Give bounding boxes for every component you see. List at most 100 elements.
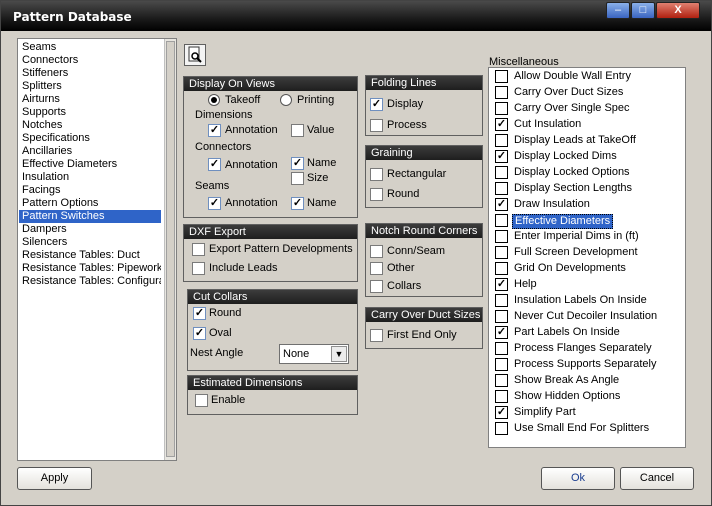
folding-display-label: Display — [387, 98, 424, 110]
list-item[interactable]: Ancillaries — [19, 145, 161, 158]
misc-label: Cut Insulation — [514, 118, 582, 130]
dim-value-checkbox[interactable] — [291, 124, 304, 137]
list-item[interactable]: Seams — [19, 41, 161, 54]
misc-checkbox[interactable]: ✓ — [495, 326, 508, 339]
list-item[interactable]: Silencers — [19, 236, 161, 249]
list-item[interactable]: Specifications — [19, 132, 161, 145]
conn-size-checkbox[interactable] — [291, 172, 304, 185]
misc-checkbox[interactable] — [495, 246, 508, 259]
list-item[interactable]: Splitters — [19, 80, 161, 93]
graining-rect-checkbox[interactable] — [370, 168, 383, 181]
list-scrollbar[interactable] — [164, 39, 176, 460]
conn-annotation-checkbox[interactable] — [208, 158, 221, 171]
conn-seam-label: Conn/Seam — [387, 245, 446, 257]
misc-checkbox[interactable] — [495, 310, 508, 323]
nest-angle-select[interactable]: None ▼ — [279, 344, 349, 364]
misc-checkbox[interactable]: ✓ — [495, 118, 508, 131]
misc-checkbox[interactable] — [495, 342, 508, 355]
folding-display-checkbox[interactable] — [370, 98, 383, 111]
conn-seam-checkbox[interactable] — [370, 245, 383, 258]
list-item[interactable]: Insulation — [19, 171, 161, 184]
miscellaneous-list[interactable]: Allow Double Wall Entry Carry Over Duct S… — [488, 67, 686, 448]
misc-label: Carry Over Single Spec — [514, 102, 630, 114]
misc-checkbox[interactable]: ✓ — [495, 278, 508, 291]
category-list[interactable]: Seams Connectors Stiffeners Splitters Airtur… — [17, 38, 177, 461]
printing-radio[interactable] — [280, 94, 292, 106]
preview-icon[interactable] — [184, 44, 206, 66]
misc-checkbox[interactable] — [495, 390, 508, 403]
misc-checkbox[interactable] — [495, 102, 508, 115]
nest-angle-label: Nest Angle — [190, 347, 244, 359]
include-leads-checkbox[interactable] — [192, 262, 205, 275]
misc-checkbox[interactable] — [495, 166, 508, 179]
misc-checkbox[interactable] — [495, 70, 508, 83]
enable-checkbox[interactable] — [195, 394, 208, 407]
maximize-button[interactable]: □ — [631, 2, 655, 19]
close-button[interactable]: X — [656, 2, 700, 19]
minimize-button[interactable]: – — [606, 2, 630, 19]
export-pattern-label: Export Pattern Developments — [209, 243, 353, 255]
misc-label: Process Supports Separately — [514, 358, 657, 370]
graining-round-label: Round — [387, 188, 420, 200]
graining-title: Graining — [366, 146, 482, 160]
misc-label: Enter Imperial Dims in (ft) — [514, 230, 639, 242]
misc-checkbox[interactable] — [495, 86, 508, 99]
misc-checkbox[interactable] — [495, 374, 508, 387]
include-leads-label: Include Leads — [209, 262, 278, 274]
cancel-button[interactable]: Cancel — [620, 467, 694, 490]
takeoff-radio[interactable] — [208, 94, 220, 106]
apply-button[interactable]: Apply — [17, 467, 92, 490]
misc-checkbox[interactable] — [495, 294, 508, 307]
chevron-down-icon[interactable]: ▼ — [331, 346, 347, 362]
folding-process-checkbox[interactable] — [370, 119, 383, 132]
scrollbar-thumb[interactable] — [166, 41, 175, 457]
collars-checkbox[interactable] — [370, 280, 383, 293]
collar-round-checkbox[interactable] — [193, 307, 206, 320]
dim-annotation-checkbox[interactable] — [208, 124, 221, 137]
misc-checkbox[interactable]: ✓ — [495, 150, 508, 163]
misc-checkbox[interactable] — [495, 214, 508, 227]
nest-angle-value: None — [283, 348, 310, 360]
misc-checkbox[interactable]: ✓ — [495, 406, 508, 419]
misc-checkbox[interactable] — [495, 230, 508, 243]
misc-checkbox[interactable] — [495, 182, 508, 195]
collar-oval-checkbox[interactable] — [193, 327, 206, 340]
list-item[interactable]: Resistance Tables: Configura — [19, 275, 161, 288]
first-end-checkbox[interactable] — [370, 329, 383, 342]
seam-name-checkbox[interactable] — [291, 197, 304, 210]
list-item[interactable]: Resistance Tables: Duct — [19, 249, 161, 262]
list-item[interactable]: Airturns — [19, 93, 161, 106]
export-pattern-checkbox[interactable] — [192, 243, 205, 256]
list-item[interactable]: Supports — [19, 106, 161, 119]
misc-label: Grid On Developments — [514, 262, 626, 274]
notch-round-title: Notch Round Corners — [366, 224, 482, 238]
list-item[interactable]: Effective Diameters — [19, 158, 161, 171]
estimated-dimensions-title: Estimated Dimensions — [188, 376, 357, 390]
display-on-views-title: Display On Views — [184, 77, 357, 91]
list-item[interactable]: Connectors — [19, 54, 161, 67]
list-item[interactable]: Stiffeners — [19, 67, 161, 80]
list-item[interactable]: Notches — [19, 119, 161, 132]
list-item[interactable]: Resistance Tables: Pipework — [19, 262, 161, 275]
conn-name-checkbox[interactable] — [291, 157, 304, 170]
misc-checkbox[interactable]: ✓ — [495, 198, 508, 211]
display-on-views-group: Display On Views Takeoff Printing Dimens… — [183, 76, 358, 218]
misc-checkbox[interactable] — [495, 134, 508, 147]
list-item[interactable]: Pattern Switches — [19, 210, 161, 223]
printing-label: Printing — [297, 94, 335, 106]
misc-label: Display Locked Options — [514, 166, 630, 178]
dxf-export-group: DXF Export Export Pattern Developments I… — [183, 224, 358, 282]
folding-lines-title: Folding Lines — [366, 76, 482, 90]
category-items: Seams Connectors Stiffeners Splitters Airtur… — [19, 41, 161, 288]
ok-button[interactable]: Ok — [541, 467, 615, 490]
collar-round-label: Round — [209, 307, 242, 319]
list-item[interactable]: Facings — [19, 184, 161, 197]
misc-checkbox[interactable] — [495, 358, 508, 371]
graining-round-checkbox[interactable] — [370, 188, 383, 201]
list-item[interactable]: Pattern Options — [19, 197, 161, 210]
list-item[interactable]: Dampers — [19, 223, 161, 236]
misc-checkbox[interactable] — [495, 262, 508, 275]
seam-annotation-checkbox[interactable] — [208, 197, 221, 210]
other-checkbox[interactable] — [370, 262, 383, 275]
misc-checkbox[interactable] — [495, 422, 508, 435]
